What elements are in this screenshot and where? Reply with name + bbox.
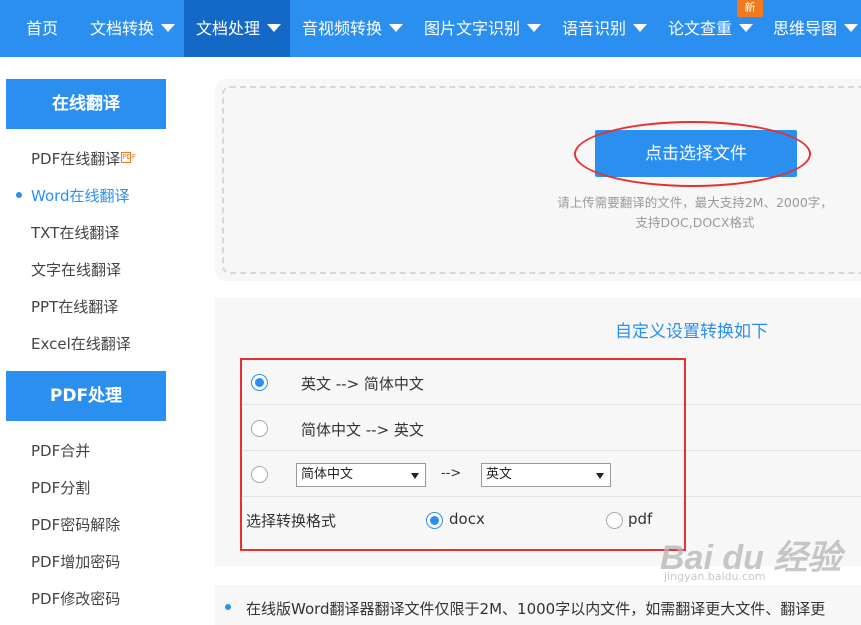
nav-av-convert[interactable]: 音视频转换	[302, 0, 404, 57]
nav-doc-convert[interactable]: 文档转换	[90, 0, 176, 57]
upload-hint-line1: 请上传需要翻译的文件，最大支持2M、2000字，	[557, 195, 833, 210]
source-language-value: 简体中文	[301, 467, 354, 482]
new-badge: 新	[737, 0, 763, 17]
sidebar-item-text-translate[interactable]: 文字在线翻译	[31, 259, 121, 280]
target-language-value: 英文	[486, 467, 513, 482]
divider	[242, 450, 861, 451]
nav-plagiarism-label: 论文查重	[668, 19, 733, 38]
chevron-down-icon	[527, 24, 542, 32]
divider	[242, 404, 861, 405]
option-zh-en-radio[interactable]	[251, 420, 268, 437]
upload-hint-line2: 支持DOC,DOCX格式	[635, 215, 755, 230]
upload-dropzone[interactable]	[222, 86, 861, 274]
sidebar-item-pdf-add-password[interactable]: PDF增加密码	[31, 551, 120, 572]
nav-home[interactable]: 首页	[26, 0, 58, 57]
sidebar-item-pdf-split[interactable]: PDF分割	[31, 477, 90, 498]
sidebar-item-word-translate[interactable]: Word在线翻译	[31, 185, 130, 206]
watermark-sub: jingyan.baidu.com	[664, 570, 766, 583]
nav-av-convert-label: 音视频转换	[302, 19, 383, 38]
upload-hint: 请上传需要翻译的文件，最大支持2M、2000字， 支持DOC,DOCX格式	[540, 193, 850, 233]
option-zh-en-label: 简体中文 --> 英文	[301, 421, 424, 439]
format-pdf-label: pdf	[628, 510, 653, 528]
dropdown-arrow-icon	[596, 473, 604, 479]
sidebar-item-label: PDF在线翻译	[31, 150, 121, 168]
divider	[242, 496, 861, 497]
active-dot-icon	[16, 192, 22, 198]
target-language-select[interactable]: 英文	[481, 463, 611, 487]
chevron-down-icon	[267, 24, 282, 32]
nav-mindmap[interactable]: 思维导图	[773, 0, 859, 57]
chevron-down-icon	[739, 24, 754, 32]
pdf-badge-icon: PDF	[121, 152, 136, 163]
dropdown-arrow-icon	[411, 473, 419, 479]
language-arrow: -->	[441, 466, 462, 481]
nav-home-label: 首页	[26, 19, 59, 38]
nav-doc-convert-label: 文档转换	[90, 19, 155, 38]
top-nav: 首页 文档转换 文档处理 音视频转换 图片文字识别 语音识别 论文查重 新 思维…	[0, 0, 861, 57]
nav-doc-process[interactable]: 文档处理	[184, 0, 290, 57]
nav-mindmap-label: 思维导图	[773, 19, 838, 38]
option-custom-radio[interactable]	[251, 466, 268, 483]
format-pdf-radio[interactable]	[606, 512, 623, 529]
option-en-zh-radio[interactable]	[251, 374, 268, 391]
chevron-down-icon	[633, 24, 648, 32]
format-docx-radio[interactable]	[426, 512, 443, 529]
sidebar-item-pdf-change-password[interactable]: PDF修改密码	[31, 588, 120, 609]
baidu-watermark: Bai du 经验 jingyan.baidu.com	[660, 530, 841, 583]
chevron-down-icon	[389, 24, 404, 32]
chevron-down-icon	[161, 24, 176, 32]
sidebar-item-pdf-unlock[interactable]: PDF密码解除	[31, 514, 120, 535]
sidebar-section-translate: 在线翻译	[6, 79, 166, 129]
nav-speech[interactable]: 语音识别	[562, 0, 648, 57]
notice-text: 在线版Word翻译器翻译文件仅限于2M、1000字以内文件，如需翻译更大文件、翻…	[246, 600, 826, 618]
sidebar-item-ppt-translate[interactable]: PPT在线翻译	[31, 296, 118, 317]
option-en-zh-label: 英文 --> 简体中文	[301, 375, 424, 393]
chevron-down-icon	[844, 24, 859, 32]
sidebar-item-pdf-merge[interactable]: PDF合并	[31, 440, 90, 461]
sidebar-item-txt-translate[interactable]: TXT在线翻译	[31, 222, 119, 243]
format-label: 选择转换格式	[246, 512, 337, 530]
nav-doc-process-label: 文档处理	[196, 19, 261, 38]
nav-ocr[interactable]: 图片文字识别	[424, 0, 542, 57]
settings-title: 自定义设置转换如下	[615, 322, 768, 342]
source-language-select[interactable]: 简体中文	[296, 463, 426, 487]
nav-speech-label: 语音识别	[562, 19, 627, 38]
sidebar-item-excel-translate[interactable]: Excel在线翻译	[31, 333, 131, 354]
sidebar-item-pdf-translate[interactable]: PDF在线翻译 PDF	[31, 148, 136, 169]
choose-file-button[interactable]: 点击选择文件	[595, 130, 797, 177]
nav-ocr-label: 图片文字识别	[424, 19, 521, 38]
sidebar-section-pdf: PDF处理	[6, 371, 166, 421]
bullet-icon	[225, 604, 231, 610]
format-docx-label: docx	[449, 510, 485, 528]
